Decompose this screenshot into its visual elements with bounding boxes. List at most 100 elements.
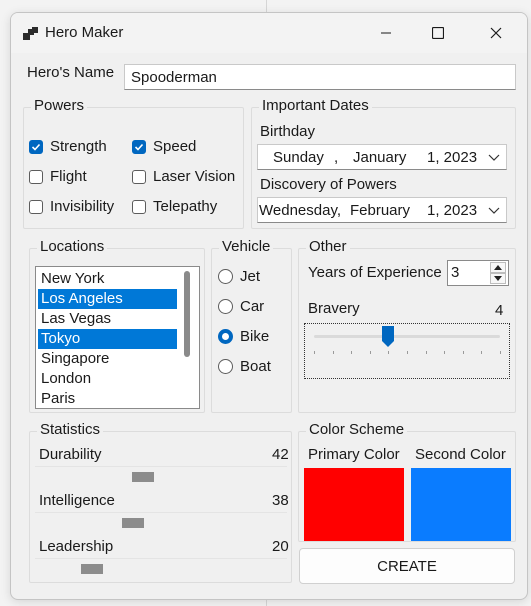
slider-tick <box>351 351 352 354</box>
list-item[interactable]: London <box>38 369 177 389</box>
jet-radio[interactable]: Jet <box>218 268 260 285</box>
bravery-value: 4 <box>495 302 504 319</box>
birthday-weekday: Sunday <box>273 149 324 166</box>
discovery-day-year: 1, 2023 <box>427 202 478 219</box>
car-label: Car <box>240 298 265 315</box>
bravery-label: Bravery <box>308 300 360 317</box>
speed-checkbox[interactable]: Speed <box>132 138 196 155</box>
boat-label: Boat <box>240 358 271 375</box>
leadership-value: 20 <box>272 538 289 555</box>
statistics-title: Statistics <box>37 421 104 438</box>
telepathy-checkbox[interactable]: Telepathy <box>132 198 217 215</box>
stepper-down-button[interactable] <box>490 273 506 284</box>
statistics-group: Statistics Durability 42 Intelligence 38… <box>29 421 292 583</box>
laser-vision-label: Laser Vision <box>153 168 236 185</box>
radio-circle <box>218 299 233 314</box>
checkbox-box <box>29 169 43 184</box>
hero-maker-window: Hero Maker Hero's Name Powers Strength S… <box>10 12 528 600</box>
color-scheme-group: Color Scheme Primary Color Second Color <box>298 421 516 542</box>
important-dates-title: Important Dates <box>259 97 372 114</box>
locations-group: Locations New York Los Angeles Las Vegas… <box>29 238 205 413</box>
triangle-down-icon <box>494 276 502 281</box>
slider-tick <box>407 351 408 354</box>
boat-radio[interactable]: Boat <box>218 358 271 375</box>
list-item[interactable]: Las Vegas <box>38 309 177 329</box>
minimize-button[interactable] <box>363 13 409 53</box>
app-icon <box>23 27 38 40</box>
years-experience-stepper[interactable]: 3 <box>447 260 509 286</box>
birthday-date-picker[interactable]: Sunday , January 1, 2023 <box>257 144 507 170</box>
birthday-separator: , <box>334 149 339 166</box>
invisibility-label: Invisibility <box>50 198 115 215</box>
invisibility-checkbox[interactable]: Invisibility <box>29 198 114 215</box>
list-item[interactable]: Tokyo <box>38 329 177 349</box>
slider-tick <box>314 351 315 354</box>
flight-checkbox[interactable]: Flight <box>29 168 87 185</box>
locations-title: Locations <box>37 238 108 255</box>
triangle-up-icon <box>494 265 502 270</box>
list-item[interactable]: Singapore <box>38 349 177 369</box>
slider-track <box>314 335 500 338</box>
birthday-label: Birthday <box>260 123 316 140</box>
bravery-slider[interactable] <box>304 323 510 379</box>
powers-group-title: Powers <box>31 97 88 114</box>
list-item[interactable]: Paris <box>38 389 177 408</box>
car-radio[interactable]: Car <box>218 298 264 315</box>
checkbox-box <box>132 199 146 214</box>
durability-bar-indicator <box>132 472 154 482</box>
slider-tick <box>444 351 445 354</box>
list-scrollbar-thumb[interactable] <box>184 271 190 357</box>
important-dates-group: Important Dates Birthday Sunday , Januar… <box>251 97 516 229</box>
primary-color-label: Primary Color <box>308 446 400 463</box>
radio-circle <box>218 269 233 284</box>
close-button[interactable] <box>473 13 519 53</box>
slider-tick <box>500 351 501 354</box>
intelligence-value: 38 <box>272 492 289 509</box>
hero-name-label: Hero's Name <box>27 64 115 81</box>
telepathy-label: Telepathy <box>153 198 218 215</box>
leadership-bar-indicator <box>81 564 103 574</box>
checkbox-checkmark-icon <box>29 139 43 154</box>
years-experience-value: 3 <box>451 264 460 281</box>
jet-label: Jet <box>240 268 261 285</box>
other-group: Other Years of Experience 3 Bravery 4 <box>298 238 516 413</box>
other-title: Other <box>306 238 350 255</box>
vehicle-group: Vehicle Jet Car Bike Boat <box>211 238 292 413</box>
divider <box>35 466 287 467</box>
vehicle-title: Vehicle <box>219 238 274 255</box>
slider-tick <box>481 351 482 354</box>
minimize-icon <box>381 32 391 34</box>
create-button[interactable]: CREATE <box>299 548 515 584</box>
radio-circle <box>218 359 233 374</box>
locations-listbox[interactable]: New York Los Angeles Las Vegas Tokyo Sin… <box>35 266 200 409</box>
maximize-button[interactable] <box>415 13 461 53</box>
strength-label: Strength <box>50 138 107 155</box>
intelligence-bar-indicator <box>122 518 144 528</box>
discovery-month: February <box>350 202 411 219</box>
bike-radio[interactable]: Bike <box>218 328 269 345</box>
slider-tick <box>333 351 334 354</box>
laser-vision-checkbox[interactable]: Laser Vision <box>132 168 235 185</box>
leadership-label: Leadership <box>39 538 114 555</box>
list-item[interactable]: New York <box>38 269 177 289</box>
second-color-swatch[interactable] <box>411 468 511 541</box>
discovery-date-picker[interactable]: Wednesday, February 1, 2023 <box>257 197 507 223</box>
durability-value: 42 <box>272 446 289 463</box>
divider <box>35 558 287 559</box>
speed-label: Speed <box>153 138 197 155</box>
strength-checkbox[interactable]: Strength <box>29 138 107 155</box>
chevron-down-icon <box>488 154 500 161</box>
intelligence-bar <box>35 518 287 528</box>
maximize-icon <box>432 27 444 39</box>
color-scheme-title: Color Scheme <box>306 421 408 438</box>
checkbox-box <box>29 199 43 214</box>
list-item[interactable]: Los Angeles <box>38 289 177 309</box>
hero-name-input[interactable] <box>124 64 516 90</box>
discovery-label: Discovery of Powers <box>260 176 397 193</box>
title-bar[interactable]: Hero Maker <box>11 13 527 53</box>
slider-thumb[interactable] <box>382 326 394 348</box>
years-experience-label: Years of Experience <box>308 264 442 281</box>
primary-color-swatch[interactable] <box>304 468 404 541</box>
stepper-up-button[interactable] <box>490 262 506 273</box>
radio-selected-circle <box>218 329 233 344</box>
